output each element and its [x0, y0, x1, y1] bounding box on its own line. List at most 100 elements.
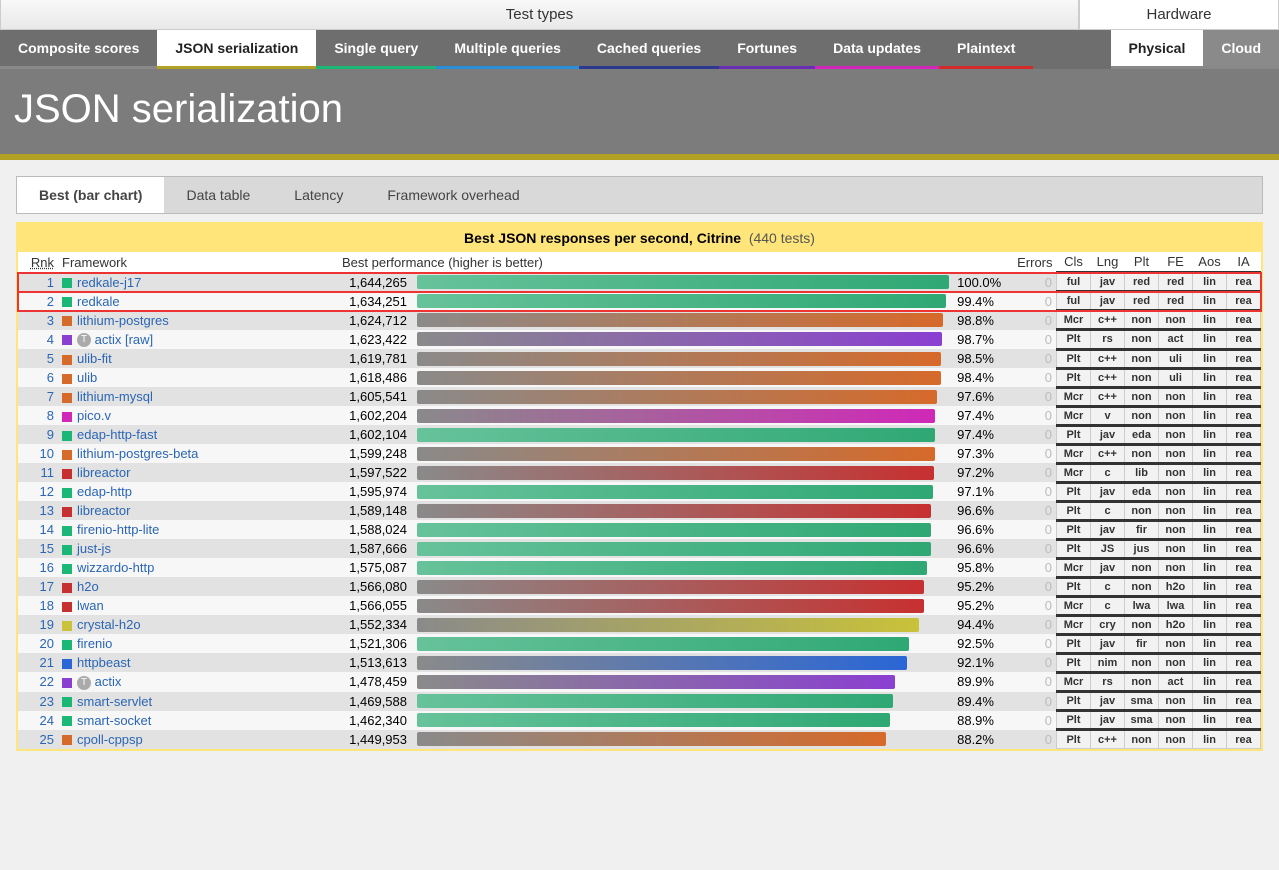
tag-fe[interactable]: non: [1159, 730, 1193, 749]
tag-cls[interactable]: Plt: [1057, 730, 1091, 749]
tag-ia[interactable]: rea: [1227, 425, 1261, 444]
tag-fe[interactable]: non: [1159, 387, 1193, 406]
tag-plt[interactable]: non: [1125, 577, 1159, 596]
tag-ia[interactable]: rea: [1227, 692, 1261, 711]
tag-fe[interactable]: non: [1159, 653, 1193, 672]
framework-link[interactable]: edap-http-fast: [77, 427, 157, 442]
framework-link[interactable]: ulib: [77, 370, 97, 385]
tag-lng[interactable]: cry: [1091, 615, 1125, 634]
framework-link[interactable]: h2o: [77, 579, 99, 594]
tag-cls[interactable]: Mcr: [1057, 596, 1091, 615]
tag-plt[interactable]: non: [1125, 672, 1159, 692]
framework-link[interactable]: firenio: [77, 636, 112, 651]
tag-plt[interactable]: sma: [1125, 711, 1159, 730]
subtab-framework-overhead[interactable]: Framework overhead: [365, 177, 541, 213]
hw-tab-cloud[interactable]: Cloud: [1203, 30, 1279, 69]
tag-plt[interactable]: eda: [1125, 425, 1159, 444]
framework-link[interactable]: libreactor: [77, 465, 130, 480]
tag-ia[interactable]: rea: [1227, 368, 1261, 387]
tag-cls[interactable]: ful: [1057, 273, 1091, 292]
tag-fe[interactable]: non: [1159, 692, 1193, 711]
tag-lng[interactable]: nim: [1091, 653, 1125, 672]
tag-cls[interactable]: Plt: [1057, 501, 1091, 520]
tab-multiple-queries[interactable]: Multiple queries: [436, 30, 579, 69]
tag-aos[interactable]: lin: [1193, 311, 1227, 330]
tag-ia[interactable]: rea: [1227, 653, 1261, 672]
framework-link[interactable]: redkale: [77, 294, 120, 309]
tag-lng[interactable]: jav: [1091, 425, 1125, 444]
col-fe[interactable]: FE: [1159, 252, 1193, 273]
tag-cls[interactable]: Plt: [1057, 520, 1091, 539]
tag-aos[interactable]: lin: [1193, 730, 1227, 749]
framework-link[interactable]: smart-socket: [77, 713, 151, 728]
tag-lng[interactable]: c: [1091, 463, 1125, 482]
tag-plt[interactable]: non: [1125, 311, 1159, 330]
tag-lng[interactable]: jav: [1091, 520, 1125, 539]
col-aos[interactable]: Aos: [1193, 252, 1227, 273]
tag-cls[interactable]: Mcr: [1057, 463, 1091, 482]
tab-composite-scores[interactable]: Composite scores: [0, 30, 157, 69]
framework-link[interactable]: redkale-j17: [77, 275, 141, 290]
tag-fe[interactable]: non: [1159, 425, 1193, 444]
framework-link[interactable]: smart-servlet: [77, 694, 152, 709]
tag-cls[interactable]: Plt: [1057, 577, 1091, 596]
tag-fe[interactable]: act: [1159, 672, 1193, 692]
tag-aos[interactable]: lin: [1193, 596, 1227, 615]
tag-plt[interactable]: fir: [1125, 520, 1159, 539]
tag-fe[interactable]: uli: [1159, 368, 1193, 387]
tag-ia[interactable]: rea: [1227, 387, 1261, 406]
tag-ia[interactable]: rea: [1227, 539, 1261, 558]
tag-aos[interactable]: lin: [1193, 368, 1227, 387]
tag-aos[interactable]: lin: [1193, 501, 1227, 520]
tag-aos[interactable]: lin: [1193, 387, 1227, 406]
tag-lng[interactable]: jav: [1091, 292, 1125, 311]
tag-lng[interactable]: v: [1091, 406, 1125, 425]
tag-ia[interactable]: rea: [1227, 273, 1261, 292]
tag-plt[interactable]: red: [1125, 292, 1159, 311]
tag-cls[interactable]: Mcr: [1057, 558, 1091, 577]
framework-link[interactable]: cpoll-cppsp: [77, 732, 143, 747]
tag-aos[interactable]: lin: [1193, 692, 1227, 711]
tag-lng[interactable]: jav: [1091, 692, 1125, 711]
tag-cls[interactable]: Plt: [1057, 653, 1091, 672]
tag-lng[interactable]: jav: [1091, 273, 1125, 292]
tag-cls[interactable]: Plt: [1057, 368, 1091, 387]
tab-plaintext[interactable]: Plaintext: [939, 30, 1033, 69]
col-framework[interactable]: Framework: [58, 252, 338, 273]
tag-ia[interactable]: rea: [1227, 672, 1261, 692]
tag-ia[interactable]: rea: [1227, 711, 1261, 730]
tag-ia[interactable]: rea: [1227, 577, 1261, 596]
tag-aos[interactable]: lin: [1193, 273, 1227, 292]
tag-aos[interactable]: lin: [1193, 425, 1227, 444]
tag-cls[interactable]: Mcr: [1057, 406, 1091, 425]
col-plt[interactable]: Plt: [1125, 252, 1159, 273]
framework-link[interactable]: httpbeast: [77, 655, 131, 670]
tag-lng[interactable]: c++: [1091, 730, 1125, 749]
tag-lng[interactable]: c++: [1091, 311, 1125, 330]
tag-fe[interactable]: non: [1159, 520, 1193, 539]
tag-fe[interactable]: h2o: [1159, 577, 1193, 596]
tag-cls[interactable]: Plt: [1057, 711, 1091, 730]
tag-cls[interactable]: Plt: [1057, 349, 1091, 368]
tag-aos[interactable]: lin: [1193, 349, 1227, 368]
tag-ia[interactable]: rea: [1227, 730, 1261, 749]
tab-fortunes[interactable]: Fortunes: [719, 30, 815, 69]
tag-lng[interactable]: JS: [1091, 539, 1125, 558]
tag-ia[interactable]: rea: [1227, 311, 1261, 330]
framework-link[interactable]: crystal-h2o: [77, 617, 141, 632]
hw-tab-physical[interactable]: Physical: [1111, 30, 1204, 69]
tag-plt[interactable]: lwa: [1125, 596, 1159, 615]
tag-aos[interactable]: lin: [1193, 539, 1227, 558]
tag-aos[interactable]: lin: [1193, 406, 1227, 425]
tag-plt[interactable]: eda: [1125, 482, 1159, 501]
tag-plt[interactable]: non: [1125, 730, 1159, 749]
subtab-best-bar-chart-[interactable]: Best (bar chart): [17, 177, 164, 213]
tag-fe[interactable]: lwa: [1159, 596, 1193, 615]
tab-cached-queries[interactable]: Cached queries: [579, 30, 719, 69]
tag-lng[interactable]: jav: [1091, 634, 1125, 653]
tag-cls[interactable]: Mcr: [1057, 311, 1091, 330]
tag-ia[interactable]: rea: [1227, 330, 1261, 350]
tag-cls[interactable]: Plt: [1057, 539, 1091, 558]
tag-ia[interactable]: rea: [1227, 596, 1261, 615]
tag-ia[interactable]: rea: [1227, 349, 1261, 368]
